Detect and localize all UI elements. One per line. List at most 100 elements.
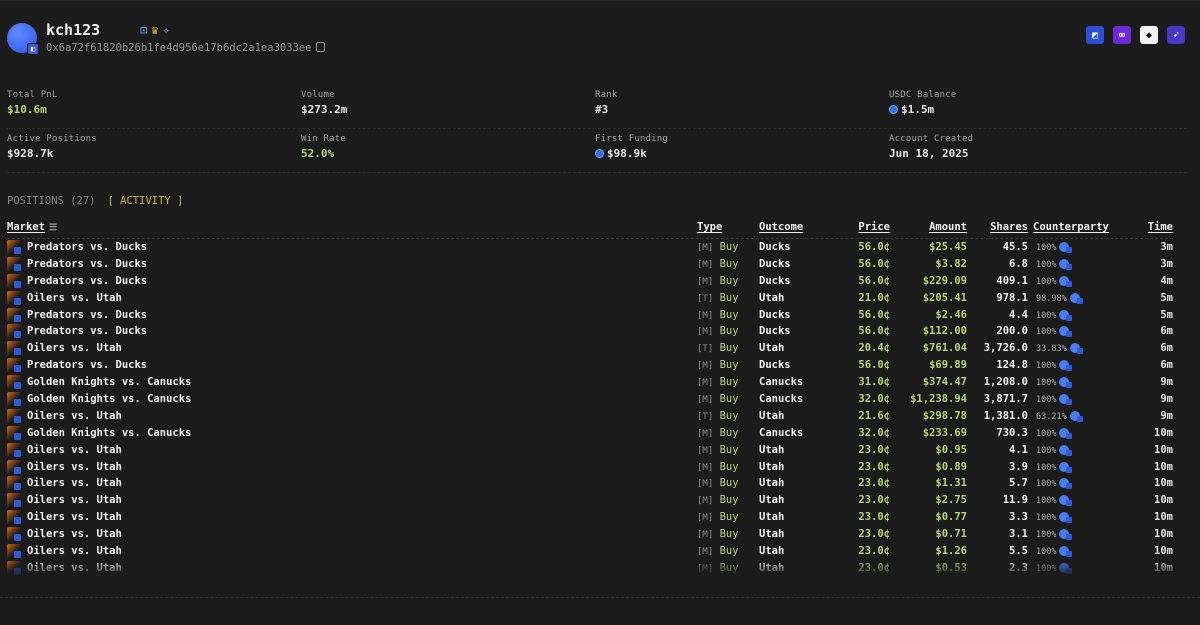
crown-icon: ♛ bbox=[151, 23, 159, 37]
table-row[interactable]: Oilers vs. Utah [M] Buy Utah 23.0¢ $0.77 3.3 1… bbox=[7, 509, 1173, 526]
cell-counterparty[interactable]: 100% bbox=[1036, 258, 1073, 270]
cell-counterparty[interactable]: 100% bbox=[1036, 309, 1073, 321]
table-row[interactable]: Oilers vs. Utah [M] Buy Utah 23.0¢ $1.26 5.5 1… bbox=[7, 543, 1173, 560]
counterparty-avatar-icon[interactable] bbox=[1069, 343, 1083, 355]
cell-counterparty[interactable]: 100% bbox=[1036, 360, 1073, 372]
cell-market[interactable]: Oilers vs. Utah bbox=[27, 342, 122, 354]
cell-market[interactable]: Oilers vs. Utah bbox=[27, 292, 122, 304]
table-row[interactable]: Oilers vs. Utah [M] Buy Utah 23.0¢ $0.71 3.1 1… bbox=[7, 526, 1173, 543]
counterparty-avatar-icon[interactable] bbox=[1059, 529, 1073, 541]
table-row[interactable]: Predators vs. Ducks [M] Buy Ducks 56.0¢ $25.… bbox=[7, 239, 1173, 256]
table-row[interactable]: Predators vs. Ducks [M] Buy Ducks 56.0¢ $112… bbox=[7, 323, 1173, 340]
counterparty-avatar-icon[interactable] bbox=[1059, 546, 1073, 558]
header-type[interactable]: Type bbox=[697, 221, 722, 233]
table-row[interactable]: Golden Knights vs. Canucks [M] Buy Canucks… bbox=[7, 374, 1173, 391]
table-row[interactable]: Oilers vs. Utah [M] Buy Utah 23.0¢ $1.31 5.7 1… bbox=[7, 475, 1173, 492]
table-row[interactable]: Oilers vs. Utah [M] Buy Utah 23.0¢ $2.75 11.9… bbox=[7, 492, 1173, 509]
cell-outcome: Ducks bbox=[759, 308, 791, 321]
cell-market[interactable]: Golden Knights vs. Canucks bbox=[27, 427, 191, 439]
table-row[interactable]: Predators vs. Ducks [M] Buy Ducks 56.0¢ $2.4… bbox=[7, 307, 1173, 324]
cell-counterparty[interactable]: 100% bbox=[1036, 377, 1073, 389]
counterparty-avatar-icon[interactable] bbox=[1059, 444, 1073, 456]
cell-counterparty[interactable]: 33.83% bbox=[1036, 343, 1083, 355]
header-market[interactable]: Market ☰ bbox=[7, 221, 57, 233]
cell-price: 56.0¢ bbox=[858, 274, 890, 287]
counterparty-avatar-icon[interactable] bbox=[1069, 410, 1083, 422]
order-side: Buy bbox=[719, 393, 739, 406]
cell-market[interactable]: Oilers vs. Utah bbox=[27, 410, 122, 422]
cell-market[interactable]: Predators vs. Ducks bbox=[27, 258, 147, 270]
table-row[interactable]: Oilers vs. Utah [T] Buy Utah 21.0¢ $205.41 97… bbox=[7, 290, 1173, 307]
cell-shares: 200.0 bbox=[996, 325, 1028, 338]
cell-counterparty[interactable]: 100% bbox=[1036, 512, 1073, 524]
cell-counterparty[interactable]: 100% bbox=[1036, 444, 1073, 456]
cell-market[interactable]: Predators vs. Ducks bbox=[27, 241, 147, 253]
chain-link-icon[interactable]: ∞ bbox=[1113, 26, 1131, 44]
cell-counterparty[interactable]: 98.98% bbox=[1036, 292, 1083, 304]
stat-total-pnl: Total PnL $10.6m bbox=[7, 85, 301, 128]
counterparty-avatar-icon[interactable] bbox=[1059, 326, 1073, 338]
cell-market[interactable]: Oilers vs. Utah bbox=[27, 477, 122, 489]
cell-counterparty[interactable]: 100% bbox=[1036, 546, 1073, 558]
counterparty-avatar-icon[interactable] bbox=[1059, 242, 1073, 253]
filter-icon[interactable]: ☰ bbox=[49, 223, 57, 233]
cell-market[interactable]: Predators vs. Ducks bbox=[27, 325, 147, 337]
cell-market[interactable]: Oilers vs. Utah bbox=[27, 511, 122, 523]
cell-counterparty[interactable]: 100% bbox=[1036, 427, 1073, 439]
counterparty-avatar-icon[interactable] bbox=[1059, 377, 1073, 389]
cell-market[interactable]: Oilers vs. Utah bbox=[27, 444, 122, 456]
cell-counterparty[interactable]: 100% bbox=[1036, 326, 1073, 338]
cell-counterparty[interactable]: 100% bbox=[1036, 529, 1073, 541]
header-amount[interactable]: Amount bbox=[929, 221, 967, 233]
cell-market[interactable]: Predators vs. Ducks bbox=[27, 309, 147, 321]
arrow-link-icon[interactable]: ➹ bbox=[1167, 26, 1185, 44]
header-time[interactable]: Time bbox=[1148, 221, 1173, 233]
header-price[interactable]: Price bbox=[858, 221, 890, 233]
counterparty-avatar-icon[interactable] bbox=[1059, 512, 1073, 524]
counterparty-avatar-icon[interactable] bbox=[1059, 394, 1073, 406]
table-row[interactable]: Oilers vs. Utah [T] Buy Utah 21.6¢ $298.78 1,… bbox=[7, 408, 1173, 425]
cell-counterparty[interactable]: 100% bbox=[1036, 275, 1073, 287]
market-logo-icon bbox=[7, 375, 21, 390]
counterparty-avatar-icon[interactable] bbox=[1059, 309, 1073, 321]
cell-counterparty[interactable]: 100% bbox=[1036, 461, 1073, 473]
table-row[interactable]: Oilers vs. Utah [M] Buy Utah 23.0¢ $0.89 3.9 1… bbox=[7, 459, 1173, 476]
cell-market[interactable]: Oilers vs. Utah bbox=[27, 461, 122, 473]
table-row[interactable]: Predators vs. Ducks [M] Buy Ducks 56.0¢ $69.… bbox=[7, 357, 1173, 374]
cell-market[interactable]: Golden Knights vs. Canucks bbox=[27, 376, 191, 388]
cell-counterparty[interactable]: 100% bbox=[1036, 495, 1073, 507]
polymarket-link-icon[interactable]: ◩ bbox=[1086, 26, 1104, 44]
cell-market[interactable]: Predators vs. Ducks bbox=[27, 275, 147, 287]
copy-icon[interactable] bbox=[315, 42, 325, 52]
tab-positions[interactable]: POSITIONS (27) bbox=[7, 195, 96, 207]
counterparty-avatar-icon[interactable] bbox=[1059, 478, 1073, 490]
table-row[interactable]: Oilers vs. Utah [M] Buy Utah 23.0¢ $0.95 4.1 1… bbox=[7, 442, 1173, 459]
counterparty-avatar-icon[interactable] bbox=[1069, 292, 1083, 304]
table-row[interactable]: Predators vs. Ducks [M] Buy Ducks 56.0¢ $3.8… bbox=[7, 256, 1173, 273]
cell-counterparty[interactable]: 100% bbox=[1036, 394, 1073, 406]
table-row[interactable]: Predators vs. Ducks [M] Buy Ducks 56.0¢ $229… bbox=[7, 273, 1173, 290]
cell-counterparty[interactable]: 100% bbox=[1036, 478, 1073, 490]
header-counterparty[interactable]: Counterparty bbox=[1033, 221, 1109, 233]
cell-market[interactable]: Oilers vs. Utah bbox=[27, 494, 122, 506]
cell-market[interactable]: Golden Knights vs. Canucks bbox=[27, 393, 191, 405]
cell-market[interactable]: Predators vs. Ducks bbox=[27, 359, 147, 371]
counterparty-avatar-icon[interactable] bbox=[1059, 275, 1073, 287]
tab-activity[interactable]: [ ACTIVITY ] bbox=[108, 195, 184, 207]
cell-market[interactable]: Oilers vs. Utah bbox=[27, 528, 122, 540]
order-type-tag: [T] bbox=[697, 344, 714, 355]
counterparty-avatar-icon[interactable] bbox=[1059, 461, 1073, 473]
cell-market[interactable]: Oilers vs. Utah bbox=[27, 545, 122, 557]
table-row[interactable]: Golden Knights vs. Canucks [M] Buy Canucks… bbox=[7, 425, 1173, 442]
cell-counterparty[interactable]: 100% bbox=[1036, 242, 1073, 253]
header-outcome[interactable]: Outcome bbox=[759, 221, 803, 233]
table-row[interactable]: Golden Knights vs. Canucks [M] Buy Canucks… bbox=[7, 391, 1173, 408]
counterparty-avatar-icon[interactable] bbox=[1059, 427, 1073, 439]
counterparty-avatar-icon[interactable] bbox=[1059, 258, 1073, 270]
counterparty-avatar-icon[interactable] bbox=[1059, 360, 1073, 372]
header-shares[interactable]: Shares bbox=[990, 221, 1028, 233]
counterparty-avatar-icon[interactable] bbox=[1059, 495, 1073, 507]
cell-counterparty[interactable]: 63.21% bbox=[1036, 410, 1083, 422]
table-row[interactable]: Oilers vs. Utah [T] Buy Utah 20.4¢ $761.04 3,… bbox=[7, 340, 1173, 357]
fox-link-icon[interactable]: ◆ bbox=[1140, 26, 1158, 44]
